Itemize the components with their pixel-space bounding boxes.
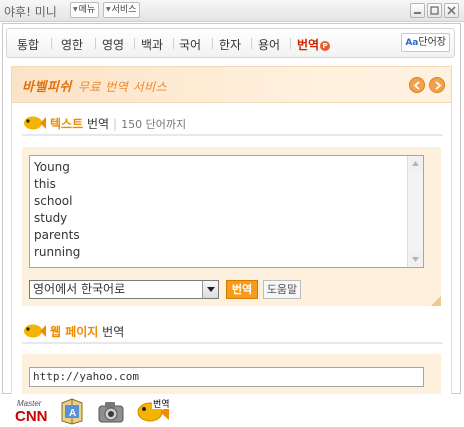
- wordbook-label: 단어장: [418, 37, 446, 48]
- text-input-content: Young this school study parents running: [34, 159, 80, 261]
- banner-subtitle: 무료 번역 서비스: [77, 80, 168, 94]
- close-icon: [447, 6, 456, 15]
- scroll-up-icon: [412, 161, 419, 166]
- tab-hanja[interactable]: 한자: [219, 36, 241, 53]
- service-button[interactable]: ▼서비스: [103, 2, 141, 18]
- textarea-scrollbar[interactable]: [407, 156, 423, 267]
- scroll-down-icon: [412, 257, 419, 262]
- scroll-up-button[interactable]: [409, 157, 422, 170]
- text-input[interactable]: Young this school study parents running: [29, 155, 424, 268]
- url-input[interactable]: http://yahoo.com: [29, 367, 424, 387]
- banner-title: 바벨피쉬 무료 번역 서비스: [22, 76, 167, 95]
- corner-fold: [431, 296, 441, 306]
- babelfish-banner: 바벨피쉬 무료 번역 서비스: [12, 67, 451, 103]
- tab-terms[interactable]: 용어: [258, 36, 280, 53]
- word-limit: 150 단어까지: [121, 118, 187, 131]
- label-divider: |: [113, 117, 118, 131]
- tab-eng-eng[interactable]: 영영: [102, 36, 124, 53]
- app-title: 야후! 미니: [4, 5, 57, 19]
- tab-integrated[interactable]: 통합: [17, 36, 39, 53]
- help-button[interactable]: 도움말: [263, 280, 301, 299]
- dictionary-icon[interactable]: A: [58, 397, 86, 425]
- language-select[interactable]: 영어에서 한국어로: [29, 280, 219, 299]
- text-highlight: 텍스트: [50, 117, 84, 131]
- tab-translate-label: 번역: [297, 38, 320, 52]
- babelfish-translate-icon[interactable]: 번역: [136, 397, 178, 425]
- tab-divider: [251, 38, 252, 49]
- maximize-icon: [430, 6, 439, 15]
- dropdown-button[interactable]: [202, 281, 218, 298]
- tab-eng-kor[interactable]: 영한: [61, 36, 83, 53]
- tab-translate[interactable]: 번역 P: [297, 36, 331, 53]
- translate-panel: 바벨피쉬 무료 번역 서비스 텍스트 번역 | 150 단어까지 Young this…: [11, 66, 452, 395]
- dictionary-tabs: 통합 영한 영영 백과 국어 한자 용어 번역 P Aa단어장: [6, 28, 455, 58]
- master-label: Master: [17, 399, 42, 408]
- section-divider: [22, 134, 443, 136]
- text-input-area: Young this school study parents running …: [22, 147, 441, 306]
- service-label: 서비스: [111, 5, 137, 15]
- language-select-value: 영어에서 한국어로: [33, 282, 126, 296]
- input-line: school: [34, 194, 73, 208]
- close-button[interactable]: [444, 3, 459, 18]
- babelfish-icon: [24, 324, 46, 338]
- cnn-label: CNN: [15, 408, 48, 425]
- minimize-button[interactable]: [410, 3, 425, 18]
- tab-divider: [51, 38, 52, 49]
- prev-arrow-button[interactable]: [409, 77, 425, 93]
- wordbook-icon: Aa: [405, 38, 419, 48]
- service-arrow-icon: ▼: [106, 6, 111, 13]
- section-divider: [22, 342, 443, 344]
- chevron-left-icon: [413, 81, 420, 90]
- minimize-icon: [414, 12, 421, 14]
- input-line: running: [34, 245, 81, 259]
- next-arrow-button[interactable]: [429, 77, 445, 93]
- text-label: 번역: [86, 117, 110, 131]
- tab-divider: [134, 38, 135, 49]
- babelfish-icon: [24, 116, 46, 130]
- input-line: study: [34, 211, 68, 225]
- tab-divider: [290, 38, 291, 49]
- web-section-label: 웹 페이지 번역: [50, 323, 124, 340]
- scroll-down-button[interactable]: [409, 253, 422, 266]
- chevron-right-icon: [435, 81, 442, 90]
- master-cnn-icon[interactable]: Master CNN: [14, 397, 48, 425]
- dict-label: A: [69, 408, 76, 419]
- bottom-toolbar: Master CNN A 번역: [0, 394, 464, 427]
- input-line: parents: [34, 228, 80, 242]
- babelfish-badge: 번역: [153, 399, 170, 410]
- url-input-area: http://yahoo.com: [22, 354, 441, 394]
- maximize-button[interactable]: [427, 3, 442, 18]
- translate-button[interactable]: 번역: [226, 280, 258, 299]
- input-line: this: [34, 177, 56, 191]
- title-bar: 야후! 미니 ▼메뉴 ▼서비스: [0, 0, 464, 22]
- chevron-down-icon: [207, 287, 215, 292]
- tab-divider: [212, 38, 213, 49]
- tab-encyclopedia[interactable]: 백과: [141, 36, 163, 53]
- text-section-label: 텍스트 번역 | 150 단어까지: [50, 115, 186, 132]
- tab-divider: [173, 38, 174, 49]
- wordbook-button[interactable]: Aa단어장: [401, 33, 450, 52]
- web-label: 번역: [102, 325, 125, 339]
- tab-korean[interactable]: 국어: [179, 36, 201, 53]
- tab-divider: [95, 38, 96, 49]
- web-highlight: 웹 페이지: [50, 325, 99, 339]
- menu-button[interactable]: ▼메뉴: [70, 2, 100, 18]
- menu-arrow-icon: ▼: [73, 6, 78, 13]
- input-line: Young: [34, 160, 70, 174]
- p-badge-icon: P: [320, 41, 331, 51]
- camera-icon[interactable]: [96, 397, 126, 425]
- menu-label: 메뉴: [78, 5, 96, 15]
- banner-title-text: 바벨피쉬: [22, 80, 72, 95]
